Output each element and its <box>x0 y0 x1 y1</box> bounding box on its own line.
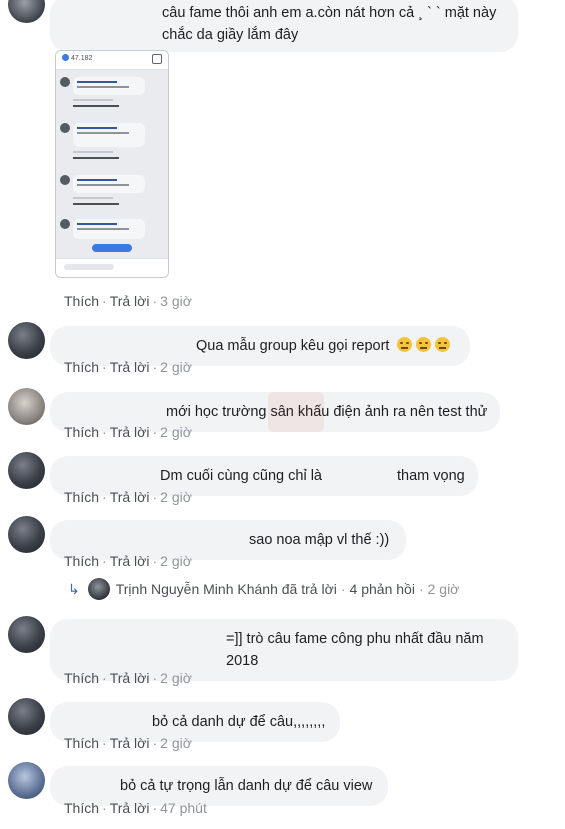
avatar[interactable] <box>8 0 45 23</box>
like-link[interactable]: Thích <box>64 670 99 686</box>
reply-link[interactable]: Trả lời <box>110 489 150 505</box>
comment-text: bỏ cả danh dự để câu,,,,,,,, <box>152 714 326 730</box>
like-link[interactable]: Thích <box>64 489 99 505</box>
comment-actions: Thích · Trả lời · 2 giờ <box>64 735 192 751</box>
write-comment-field <box>64 264 114 270</box>
like-link[interactable]: Thích <box>64 735 99 751</box>
like-link[interactable]: Thích <box>64 424 99 440</box>
comment-actions: Thích · Trả lời · 3 giờ <box>64 293 192 309</box>
new-comment-pill <box>92 244 132 252</box>
avatar[interactable] <box>8 516 45 553</box>
comment-text: Dm cuối cùng cũng chỉ là <box>160 468 322 484</box>
avatar[interactable] <box>8 322 45 359</box>
avatar[interactable] <box>8 388 45 425</box>
avatar[interactable] <box>8 762 45 799</box>
comment-actions: Thích · Trả lời · 2 giờ <box>64 670 192 686</box>
timestamp[interactable]: 2 giờ <box>160 359 192 375</box>
avatar[interactable] <box>8 452 45 489</box>
comment-actions: Thích · Trả lời · 2 giờ <box>64 489 192 505</box>
reply-link[interactable]: Trả lời <box>110 735 150 751</box>
like-link[interactable]: Thích <box>64 800 99 816</box>
avatar[interactable] <box>8 698 45 735</box>
unamused-face-emoji-icon <box>397 337 413 352</box>
reaction-count: 47.182 <box>62 54 92 62</box>
comment-actions: Thích · Trả lời · 2 giờ <box>64 359 192 375</box>
comment-text: tham vọng <box>397 468 465 484</box>
comment-actions: Thích · Trả lời · 47 phút <box>64 800 207 816</box>
timestamp[interactable]: 47 phút <box>160 800 207 816</box>
unamused-face-emoji-icon <box>416 337 432 352</box>
comment-text: sao noa mập vl thế :)) <box>249 532 390 548</box>
comment-actions: Thích · Trả lời · 2 giờ <box>64 424 192 440</box>
comment-text: Qua mẫu group kêu gọi report <box>196 338 390 354</box>
like-link[interactable]: Thích <box>64 293 99 309</box>
reply-link[interactable]: Trả lời <box>110 800 150 816</box>
timestamp[interactable]: 2 giờ <box>160 489 192 505</box>
timestamp[interactable]: 2 giờ <box>160 670 192 686</box>
avatar[interactable] <box>8 616 45 653</box>
reply-link[interactable]: Trả lời <box>110 670 150 686</box>
comment-text: mới học trường sân khấu điện ảnh ra nên … <box>166 404 488 420</box>
reply-link[interactable]: Trả lời <box>110 553 150 569</box>
comment-text: bỏ cả tự trọng lẫn danh dự để câu view <box>120 778 373 794</box>
comment-text: =]] trò câu fame công phu nhất đầu năm 2… <box>226 631 484 669</box>
view-replies-link[interactable]: ↳ Trịnh Nguyễn Minh Khánh đã trả lời · 4 ph… <box>68 578 459 604</box>
reply-count[interactable]: 4 phản hồi <box>350 581 415 597</box>
timestamp[interactable]: 2 giờ <box>160 424 192 440</box>
timestamp[interactable]: 2 giờ <box>160 735 192 751</box>
watermark-logo <box>268 392 324 432</box>
like-link[interactable]: Thích <box>64 359 99 375</box>
reply-link[interactable]: Trả lời <box>110 293 150 309</box>
reply-arrow-icon: ↳ <box>68 581 80 597</box>
comment-text: câu fame thôi anh em a.còn nát hơn cả ¸ … <box>162 5 497 43</box>
comment-actions: Thích · Trả lời · 2 giờ <box>64 553 192 569</box>
timestamp[interactable]: 3 giờ <box>160 293 192 309</box>
reply-link[interactable]: Trả lời <box>110 424 150 440</box>
timestamp[interactable]: 2 giờ <box>160 553 192 569</box>
avatar <box>87 578 110 600</box>
like-icon <box>152 54 162 64</box>
like-link[interactable]: Thích <box>64 553 99 569</box>
replier-name[interactable]: Trịnh Nguyễn Minh Khánh <box>116 581 278 597</box>
attached-screenshot-image[interactable]: 47.182 <box>55 50 169 278</box>
timestamp: 2 giờ <box>427 581 460 597</box>
reply-action-text: đã trả lời <box>281 581 337 597</box>
comment-bubble: câu fame thôi anh em a.còn nát hơn cả ¸ … <box>50 0 518 52</box>
unamused-face-emoji-icon <box>435 337 451 352</box>
reply-link[interactable]: Trả lời <box>110 359 150 375</box>
